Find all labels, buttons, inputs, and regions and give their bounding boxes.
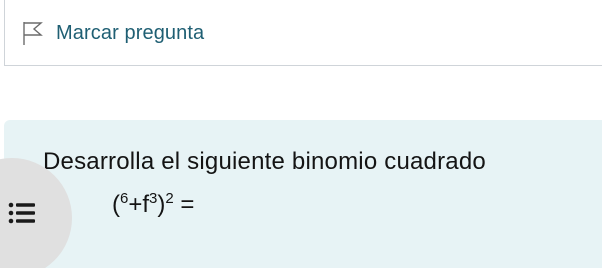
quiz-page: Marcar pregunta Desarrolla el siguiente … xyxy=(0,0,602,268)
flag-question-card: Marcar pregunta xyxy=(4,0,602,66)
expr-open-paren: ( xyxy=(112,191,120,218)
list-menu-icon[interactable] xyxy=(8,201,36,225)
flag-question-button[interactable]: Marcar pregunta xyxy=(21,18,204,48)
expr-plus-term: +f xyxy=(128,191,150,218)
question-expression: (6+f3)2 = xyxy=(112,191,194,219)
flag-question-label: Marcar pregunta xyxy=(56,21,205,44)
expr-equals: = xyxy=(173,191,195,218)
question-box xyxy=(4,120,602,268)
flag-icon xyxy=(23,22,43,45)
question-text: Desarrolla el siguiente binomio cuadrado xyxy=(43,148,486,175)
expr-exponent-3: 2 xyxy=(165,190,174,207)
